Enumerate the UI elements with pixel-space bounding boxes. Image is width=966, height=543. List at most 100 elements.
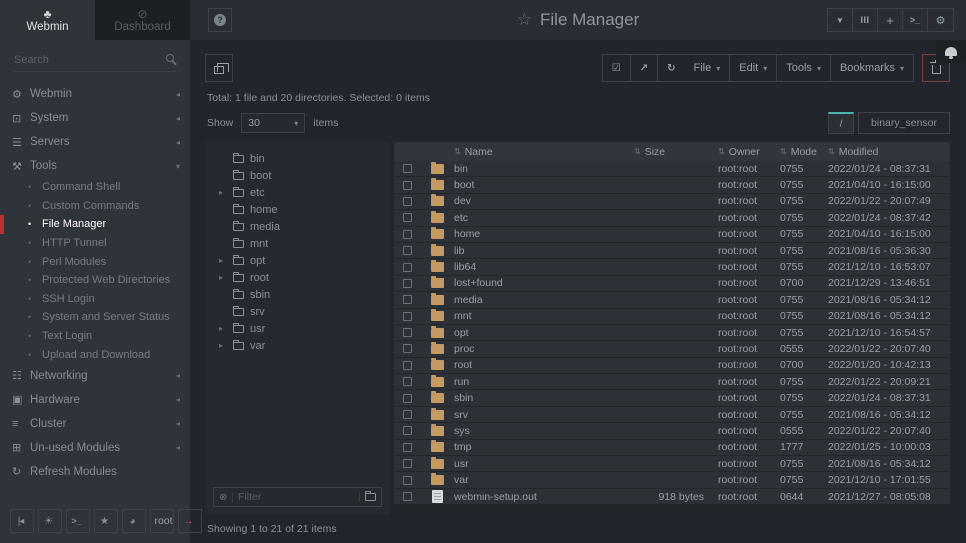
header-size[interactable]: ⇅ Size [634, 146, 718, 158]
row-checkbox[interactable] [403, 377, 412, 386]
row-checkbox[interactable] [403, 213, 412, 222]
row-checkbox[interactable] [403, 492, 412, 501]
toolbar-menu[interactable]: File ▾ [685, 55, 731, 81]
expand-arrow-icon[interactable] [219, 188, 227, 197]
table-row[interactable]: lost+found root:root 0700 2021/12/29 - 1… [394, 276, 950, 292]
tree-item[interactable]: opt [213, 252, 382, 269]
favorite-star-icon[interactable]: ☆ [517, 10, 532, 30]
table-row[interactable]: etc root:root 0755 2022/01/24 - 08:37:42 [394, 210, 950, 226]
table-row[interactable]: tmp root:root 1777 2022/01/25 - 10:00:03 [394, 440, 950, 456]
tree-item[interactable]: bin [213, 150, 382, 167]
expand-arrow-icon[interactable] [219, 324, 227, 333]
breadcrumb-root[interactable]: / [828, 112, 854, 134]
table-row[interactable]: root root:root 0700 2022/01/20 - 10:42:1… [394, 358, 950, 374]
expand-arrow-icon[interactable] [219, 256, 227, 265]
file-name[interactable]: lib64 [454, 261, 634, 273]
select-all[interactable] [603, 55, 631, 81]
tree-item[interactable]: srv [213, 303, 382, 320]
refresh[interactable] [658, 55, 684, 81]
row-checkbox[interactable] [403, 263, 412, 272]
sidebar-item[interactable]: SSH Login [0, 290, 190, 309]
file-name[interactable]: srv [454, 409, 634, 421]
file-name[interactable]: dev [454, 195, 634, 207]
file-name[interactable]: bin [454, 163, 634, 175]
folder-filter-icon[interactable] [365, 493, 376, 501]
search-input[interactable] [14, 50, 176, 70]
tree-item[interactable]: boot [213, 167, 382, 184]
table-row[interactable]: usr root:root 0755 2021/08/16 - 05:34:12 [394, 456, 950, 472]
table-row[interactable]: lib root:root 0755 2021/08/16 - 05:36:30 [394, 243, 950, 259]
sidebar-item[interactable]: File Manager [0, 215, 190, 234]
toolbar-menu[interactable]: Edit ▾ [730, 55, 777, 81]
file-name[interactable]: opt [454, 327, 634, 339]
theme-toggle[interactable] [38, 509, 62, 533]
tree-item[interactable]: etc [213, 184, 382, 201]
terminal[interactable] [66, 509, 90, 533]
sidebar-item[interactable]: Perl Modules [0, 252, 190, 271]
table-row[interactable]: media root:root 0755 2021/08/16 - 05:34:… [394, 292, 950, 308]
row-checkbox[interactable] [403, 279, 412, 288]
tree-item[interactable]: media [213, 218, 382, 235]
sidebar-item[interactable]: Webmin [0, 82, 190, 106]
file-name[interactable]: etc [454, 212, 634, 224]
export[interactable] [631, 55, 658, 81]
file-name[interactable]: home [454, 228, 634, 240]
toolbar-menu[interactable]: Bookmarks ▾ [831, 55, 913, 81]
tree-item[interactable]: usr [213, 320, 382, 337]
row-checkbox[interactable] [403, 312, 412, 321]
row-checkbox[interactable] [403, 410, 412, 419]
row-checkbox[interactable] [403, 164, 412, 173]
sidebar-item[interactable]: System and Server Status [0, 308, 190, 327]
row-checkbox[interactable] [403, 459, 412, 468]
file-name[interactable]: sbin [454, 392, 634, 404]
file-name[interactable]: tmp [454, 441, 634, 453]
appearance[interactable] [122, 509, 146, 533]
row-checkbox[interactable] [403, 181, 412, 190]
row-checkbox[interactable] [403, 426, 412, 435]
file-name[interactable]: webmin-setup.out [454, 491, 634, 503]
file-name[interactable]: lib [454, 245, 634, 257]
row-checkbox[interactable] [403, 295, 412, 304]
columns[interactable] [853, 9, 878, 31]
favorites[interactable] [94, 509, 118, 533]
sidebar-item[interactable]: Un-used Modules [0, 436, 190, 460]
tab-dashboard[interactable]: ⊘ Dashboard [95, 0, 190, 40]
filter-input[interactable] [238, 491, 354, 503]
sidebar-item[interactable]: Custom Commands [0, 197, 190, 216]
file-name[interactable]: root [454, 359, 634, 371]
sidebar-item[interactable]: Tools [0, 154, 190, 178]
table-row[interactable]: var root:root 0755 2021/12/10 - 17:01:55 [394, 472, 950, 488]
header-modified[interactable]: ⇅ Modified [828, 146, 950, 158]
toggle-dual-pane-button[interactable] [205, 54, 233, 82]
terminal[interactable] [903, 9, 928, 31]
sidebar-item[interactable]: Text Login [0, 327, 190, 346]
sidebar-item[interactable]: Networking [0, 364, 190, 388]
row-checkbox[interactable] [403, 328, 412, 337]
row-checkbox[interactable] [403, 394, 412, 403]
table-row[interactable]: proc root:root 0555 2022/01/22 - 20:07:4… [394, 341, 950, 357]
expand-arrow-icon[interactable] [219, 341, 227, 350]
file-name[interactable]: usr [454, 458, 634, 470]
user[interactable]: root [150, 509, 174, 533]
toolbar-menu[interactable]: Tools ▾ [777, 55, 831, 81]
file-name[interactable]: lost+found [454, 277, 634, 289]
tree-item[interactable]: sbin [213, 286, 382, 303]
sidebar-item[interactable]: Hardware [0, 388, 190, 412]
table-row[interactable]: run root:root 0755 2022/01/22 - 20:09:21 [394, 374, 950, 390]
header-mode[interactable]: ⇅ Mode [780, 146, 828, 158]
file-name[interactable]: proc [454, 343, 634, 355]
row-checkbox[interactable] [403, 443, 412, 452]
expand-arrow-icon[interactable] [219, 273, 227, 282]
tree-item[interactable]: var [213, 337, 382, 354]
sidebar-item[interactable]: Servers [0, 130, 190, 154]
sidebar-item[interactable]: Command Shell [0, 178, 190, 197]
settings[interactable] [928, 9, 953, 31]
add[interactable] [878, 9, 903, 31]
page-size-select[interactable]: 30 ▾ [241, 113, 305, 133]
row-checkbox[interactable] [403, 361, 412, 370]
sidebar-item[interactable]: System [0, 106, 190, 130]
file-name[interactable]: media [454, 294, 634, 306]
table-row[interactable]: mnt root:root 0755 2021/08/16 - 05:34:12 [394, 309, 950, 325]
header-name[interactable]: ⇅ Name [454, 146, 634, 158]
tree-item[interactable]: root [213, 269, 382, 286]
